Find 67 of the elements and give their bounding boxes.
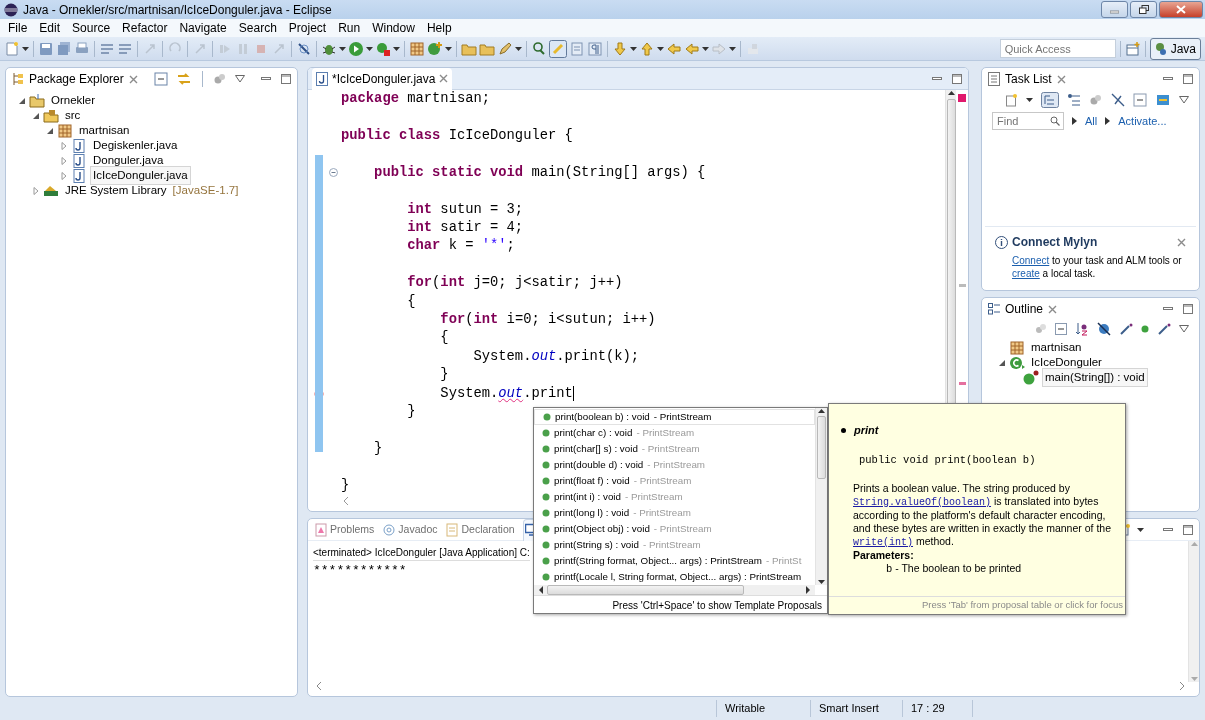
- doc-heading: Parameters:: [852, 549, 915, 562]
- completion-item[interactable]: print(String s) : void - PrintStream: [534, 537, 815, 553]
- code-line: package martnisan;: [341, 91, 491, 106]
- doc-link[interactable]: write(int): [853, 536, 913, 548]
- completion-item[interactable]: print(int i) : void - PrintStream: [534, 489, 815, 505]
- code-line: {: [406, 293, 416, 309]
- menu-item[interactable]: File: [2, 19, 34, 37]
- code-line: for(int i=0; i<sutun; i++): [439, 312, 656, 328]
- hint-text: Press 'Ctrl+Space' to show Template Proposals: [612, 599, 822, 613]
- menu-item[interactable]: Window: [366, 19, 421, 37]
- code-line: for(int j=0; j<satir; j++): [406, 275, 623, 291]
- doc-signature: public void print(boolean b): [859, 452, 1037, 468]
- completion-item[interactable]: print(Object obj) : void - PrintStream: [534, 521, 815, 537]
- code-line: }: [406, 404, 416, 420]
- menu-item[interactable]: Project: [282, 19, 333, 37]
- menu-item[interactable]: Refactor: [116, 19, 174, 37]
- view-tab[interactable]: Javadoc: [382, 519, 439, 541]
- status-field: Smart Insert: [819, 700, 879, 717]
- completion-item[interactable]: printf(Locale l, String format, Object... args) : PrintStream: [534, 569, 815, 585]
- view-tab[interactable]: Problems: [314, 519, 376, 541]
- doc-title: print: [854, 423, 879, 438]
- status-field: Writable: [725, 700, 766, 717]
- completion-item[interactable]: print(char[] s) : void - PrintStream: [534, 441, 815, 457]
- completion-item[interactable]: print(float f) : void - PrintStream: [534, 473, 815, 489]
- perspective-button[interactable]: Java: [1149, 37, 1201, 60]
- view-tab[interactable]: Declaration: [445, 519, 516, 541]
- code-line: }: [373, 441, 383, 456]
- code-line: public static void main(String[] args) {: [373, 164, 706, 180]
- code-line: System.out.print: [439, 385, 573, 401]
- doc-description: Prints a boolean value. The string produced by String.valueOf(boolean) is translated into bytes according to the platform's default character encoding, and these bytes are written in exactly the manner of the write(int) method.: [852, 482, 1112, 550]
- parameter-description: b - The boolean to be printed: [885, 561, 1023, 576]
- code-line: {: [439, 330, 449, 346]
- notice-text: Connect to your task and ALM tools or create a local task.: [1011, 254, 1183, 280]
- completion-item[interactable]: print(double d) : void - PrintStream: [534, 457, 815, 473]
- code-line: }: [439, 367, 449, 383]
- link[interactable]: Activate...: [1118, 112, 1167, 130]
- tree-item[interactable]: main(String[]) : void: [1042, 367, 1148, 388]
- menu-item[interactable]: Help: [420, 19, 458, 37]
- code-line: public class IcIceDonguler {: [341, 127, 573, 143]
- code-line: System.out.print(k);: [472, 348, 640, 364]
- doc-link[interactable]: String.valueOf(boolean): [853, 496, 992, 508]
- console-header: <terminated> IcIceDonguler [Java Application] C:: [313, 545, 530, 561]
- find-field[interactable]: Find: [992, 112, 1064, 130]
- console-output: ************: [313, 564, 407, 578]
- link[interactable]: All: [1085, 112, 1098, 130]
- menu-item[interactable]: Search: [232, 19, 283, 37]
- link[interactable]: Connect: [1012, 255, 1050, 266]
- code-line: }: [341, 477, 350, 493]
- completion-item[interactable]: printf(String format, Object... args) : PrintStream - PrintSt: [534, 553, 815, 569]
- menu-item[interactable]: Source: [66, 19, 117, 37]
- code-line: char k = '*';: [406, 238, 515, 254]
- menu-item[interactable]: Run: [332, 19, 367, 37]
- code-line: int sutun = 3;: [406, 201, 524, 217]
- status-field: 17 : 29: [911, 700, 945, 717]
- completion-item[interactable]: print(boolean b) : void - PrintStream: [534, 409, 815, 425]
- hint-text: Press 'Tab' from proposal table or click for focus: [921, 597, 1123, 612]
- quick-access-field[interactable]: Quick Access: [999, 39, 1116, 58]
- window-title: Java - Ornekler/src/martnisan/IcIceDonguler.java - Eclipse: [23, 1, 332, 19]
- menu-item[interactable]: Navigate: [173, 19, 233, 37]
- menu-item[interactable]: Edit: [33, 19, 67, 37]
- completion-item[interactable]: print(char c) : void - PrintStream: [534, 425, 815, 441]
- editor-tab[interactable]: *IcIceDonguler.java: [312, 68, 453, 90]
- completion-item[interactable]: print(long l) : void - PrintStream: [534, 505, 815, 521]
- link[interactable]: create: [1012, 268, 1040, 279]
- code-line: int satir = 4;: [406, 219, 524, 235]
- notice-title: Connect Mylyn: [1012, 234, 1098, 251]
- tree-item[interactable]: IcIceDonguler.java: [90, 165, 191, 186]
